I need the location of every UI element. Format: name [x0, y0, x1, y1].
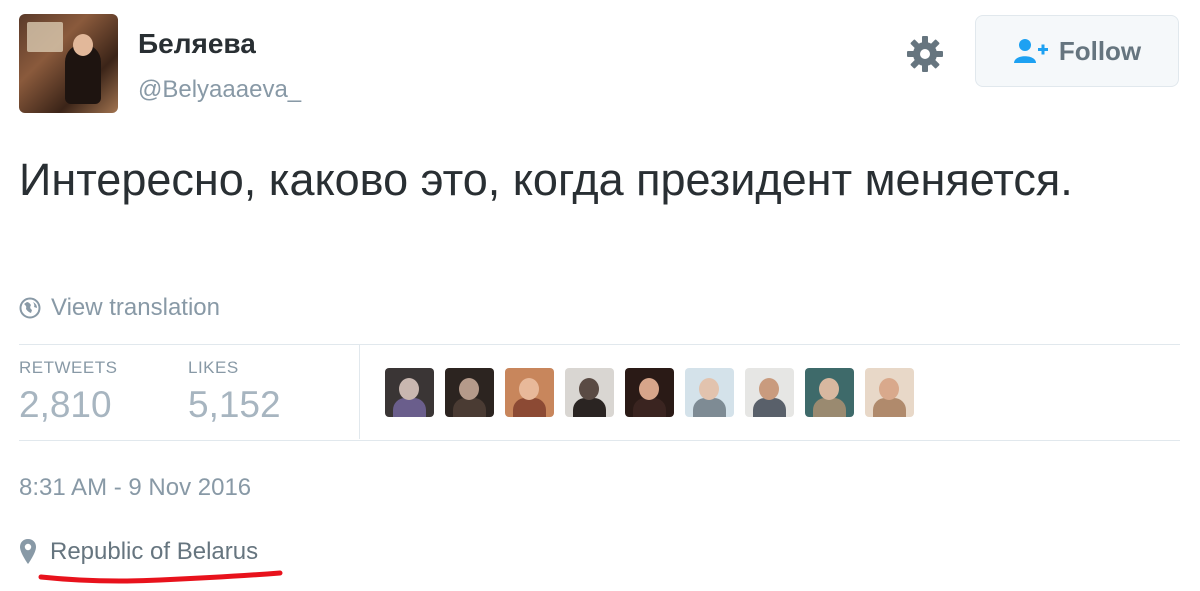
view-translation-link[interactable]: View translation: [19, 294, 220, 322]
view-translation-label: View translation: [51, 294, 220, 321]
follow-button-label: Follow: [1058, 35, 1142, 66]
liker-avatar-body: [633, 398, 666, 417]
liker-avatar-face: [819, 378, 839, 400]
retweets-stat[interactable]: RETWEETS 2,810: [19, 358, 117, 426]
tweet-timestamp[interactable]: 8:31 AM - 9 Nov 2016: [19, 474, 251, 502]
liker-avatar-body: [813, 398, 846, 417]
liker-avatar-body: [753, 398, 786, 417]
liker-avatar[interactable]: [745, 368, 794, 417]
tweet-text: Интересно, каково это, когда президент м…: [19, 154, 1073, 205]
stats-bottom-divider: [19, 440, 1180, 441]
liker-avatar[interactable]: [865, 368, 914, 417]
gear-icon[interactable]: [905, 34, 945, 74]
liker-avatar[interactable]: [685, 368, 734, 417]
stats-vertical-divider: [359, 345, 360, 439]
tweet-location[interactable]: Republic of Belarus: [19, 538, 258, 566]
location-label: Republic of Belarus: [50, 538, 259, 565]
likes-count: 5,152: [188, 384, 281, 425]
liker-avatar-body: [693, 398, 726, 417]
stats-top-divider: [19, 344, 1180, 345]
liker-avatar-body: [513, 398, 546, 417]
liker-avatar-body: [573, 398, 606, 417]
globe-icon: [19, 297, 41, 319]
red-underline-annotation: [38, 570, 283, 584]
retweets-label: RETWEETS: [19, 358, 118, 377]
avatar-face: [73, 34, 93, 56]
user-avatar[interactable]: [19, 14, 118, 113]
user-handle[interactable]: @Belyaaaeva_: [138, 76, 301, 104]
liker-avatar-face: [579, 378, 599, 400]
likes-label: LIKES: [188, 358, 239, 377]
retweets-count: 2,810: [19, 384, 112, 425]
likers-avatars: [385, 368, 925, 417]
liker-avatar-face: [879, 378, 899, 400]
liker-avatar-face: [519, 378, 539, 400]
liker-avatar-face: [699, 378, 719, 400]
liker-avatar-face: [639, 378, 659, 400]
user-display-name[interactable]: Беляева: [138, 28, 256, 60]
liker-avatar-face: [759, 378, 779, 400]
liker-avatar-body: [873, 398, 906, 417]
liker-avatar-body: [453, 398, 486, 417]
likes-stat[interactable]: LIKES 5,152: [188, 358, 281, 426]
avatar-background: [27, 22, 63, 52]
liker-avatar-body: [393, 398, 426, 417]
liker-avatar[interactable]: [565, 368, 614, 417]
liker-avatar-face: [459, 378, 479, 400]
liker-avatar[interactable]: [445, 368, 494, 417]
follow-button[interactable]: Follow: [975, 15, 1179, 87]
location-pin-icon: [20, 539, 36, 564]
liker-avatar[interactable]: [385, 368, 434, 417]
liker-avatar-face: [399, 378, 419, 400]
add-user-icon: [1013, 39, 1048, 63]
liker-avatar[interactable]: [805, 368, 854, 417]
liker-avatar[interactable]: [505, 368, 554, 417]
liker-avatar[interactable]: [625, 368, 674, 417]
